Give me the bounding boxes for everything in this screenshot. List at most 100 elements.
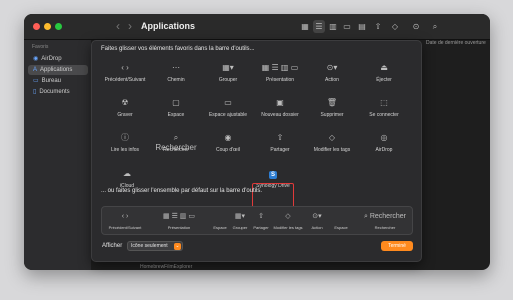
airdrop-icon: ◎ bbox=[380, 133, 388, 142]
toolbar-item-label: Modifier les tags bbox=[313, 147, 351, 153]
toolbar-item-search[interactable]: ⌕ Rechercher Rechercher bbox=[152, 133, 200, 153]
toolbar-item-space[interactable]: ▢ Espace bbox=[152, 98, 200, 118]
sidebar-item-airdrop[interactable]: ◉ AirDrop bbox=[28, 54, 88, 64]
show-label: Afficher bbox=[102, 243, 123, 249]
default-item-label: Modifier les tags bbox=[273, 225, 303, 230]
toolbar-item-label: Se connecter bbox=[369, 112, 399, 118]
space-icon: ▢ bbox=[172, 98, 180, 107]
back-forward-icon: ‹ › bbox=[121, 213, 129, 220]
toolbar-item-action[interactable]: ⊙▾ Action bbox=[308, 63, 356, 83]
toolbar-item-share[interactable]: ⇧ Partager bbox=[256, 133, 304, 153]
default-item-label: Présentation bbox=[167, 225, 191, 230]
toolbar-item-path[interactable]: ⋯ Chemin bbox=[152, 63, 200, 83]
toolbar-item-label: Nouveau dossier bbox=[261, 112, 299, 118]
group-icon: ▦▾ bbox=[222, 63, 234, 72]
toolbar-item-flexible-space[interactable]: ▭ Espace ajustable bbox=[204, 98, 252, 118]
default-item-label: Espace bbox=[213, 225, 227, 230]
toolbar-item-label: Grouper bbox=[218, 77, 238, 83]
synology-drive-icon: S bbox=[249, 169, 297, 179]
action-icon: ⊙▾ bbox=[312, 213, 322, 220]
toolbar-item-info[interactable]: ⓘ Lire les infos bbox=[101, 133, 149, 153]
close-button[interactable] bbox=[33, 23, 40, 30]
background-row: HomebrewFilmExplorer bbox=[140, 264, 193, 270]
toolbar-item-back-forward[interactable]: ‹ › Précédent/Suivant bbox=[101, 63, 149, 83]
sidebar-heading: Favoris bbox=[32, 44, 49, 50]
default-item-space: Espace bbox=[212, 212, 228, 230]
minimize-button[interactable] bbox=[44, 23, 51, 30]
view-icons-button[interactable]: ▦ bbox=[299, 20, 311, 33]
default-item-group: ▦▾ Grouper bbox=[230, 212, 250, 230]
group-button[interactable]: ▤ bbox=[355, 20, 369, 33]
toolbar-item-label: Graver bbox=[117, 112, 133, 118]
info-icon: ⓘ bbox=[121, 133, 129, 142]
tags-icon: ◇ bbox=[328, 133, 336, 142]
search-button[interactable]: ⌕ bbox=[429, 20, 441, 33]
share-icon: ⇧ bbox=[258, 213, 264, 220]
toolbar-item-quicklook[interactable]: ◉ Coup d'œil bbox=[204, 133, 252, 153]
search-icon: ⌕ Rechercher bbox=[363, 213, 407, 220]
sheet-heading: Faites glisser vos éléments favoris dans… bbox=[101, 46, 255, 52]
toolbar-item-tags[interactable]: ◇ Modifier les tags bbox=[308, 133, 356, 153]
zoom-button[interactable] bbox=[55, 23, 62, 30]
forward-icon[interactable]: › bbox=[128, 19, 132, 33]
desktop-icon: ▭ bbox=[33, 78, 39, 84]
customize-toolbar-sheet: Faites glisser vos éléments favoris dans… bbox=[91, 40, 422, 262]
column-header: Date de dernière ouverture bbox=[426, 40, 486, 46]
toolbar-item-connect[interactable]: ⬚ Se connecter bbox=[360, 98, 408, 118]
view-list-button[interactable]: ☰ bbox=[313, 20, 325, 33]
toolbar-item-label: Lire les infos bbox=[110, 147, 140, 153]
space-icon bbox=[330, 212, 352, 221]
trash-icon: 🗑 bbox=[326, 98, 338, 107]
quicklook-icon: ◉ bbox=[224, 133, 232, 142]
sidebar-item-documents[interactable]: ▯ Documents bbox=[28, 87, 88, 97]
show-select[interactable]: Icône seulement ⌄ bbox=[127, 241, 183, 251]
default-item-label: Grouper bbox=[232, 225, 248, 230]
share-button[interactable]: ⇧ bbox=[372, 20, 384, 33]
path-icon: ⋯ bbox=[172, 63, 180, 72]
toolbar-item-label: Coup d'œil bbox=[215, 147, 241, 153]
toolbar-item-airdrop[interactable]: ◎ AirDrop bbox=[360, 133, 408, 153]
done-button[interactable]: Terminé bbox=[381, 241, 413, 251]
flexible-space-icon: ▭ bbox=[224, 98, 232, 107]
sidebar-item-label: Documents bbox=[39, 89, 70, 95]
back-icon[interactable]: ‹ bbox=[116, 19, 120, 33]
action-button[interactable]: ⊙ bbox=[407, 20, 425, 33]
toolbar-item-label: Espace bbox=[167, 112, 185, 118]
default-item-share: ⇧ Partager bbox=[252, 212, 270, 230]
default-item-view: ▦ ☰ ▥ ▭ Présentation bbox=[152, 212, 206, 230]
sidebar-item-bureau[interactable]: ▭ Bureau bbox=[28, 76, 88, 86]
toolbar-item-burn[interactable]: ☢ Graver bbox=[101, 98, 149, 118]
show-select-value: Icône seulement bbox=[131, 243, 168, 249]
toolbar-item-icloud[interactable]: ☁ iCloud bbox=[103, 169, 151, 189]
default-item-action: ⊙▾ Action bbox=[308, 212, 326, 230]
view-columns-button[interactable]: ▥ bbox=[327, 20, 339, 33]
toolbar-item-group[interactable]: ▦▾ Grouper bbox=[204, 63, 252, 83]
chevron-down-icon: ⌄ bbox=[174, 243, 181, 250]
icloud-icon: ☁ bbox=[123, 169, 131, 178]
default-item-label: Précédent/Suivant bbox=[108, 225, 142, 230]
connect-icon: ⬚ bbox=[380, 98, 388, 107]
toolbar-item-label: AirDrop bbox=[375, 147, 393, 153]
action-icon: ⊙▾ bbox=[326, 63, 338, 72]
toolbar-item-eject[interactable]: ⏏ Éjecter bbox=[360, 63, 408, 83]
toolbar-item-new-folder[interactable]: ▣ Nouveau dossier bbox=[256, 98, 304, 118]
view-icon: ▦ ☰ ▥ ▭ bbox=[163, 213, 195, 220]
toolbar-item-label: Espace ajustable bbox=[208, 112, 248, 118]
burn-icon: ☢ bbox=[121, 98, 129, 107]
toolbar-item-view[interactable]: ▦ ☰ ▥ ▭ Présentation bbox=[256, 63, 304, 83]
default-item-label: Partager bbox=[253, 225, 269, 230]
sidebar-item-label: Applications bbox=[40, 67, 73, 73]
sidebar-item-applications[interactable]: A Applications bbox=[28, 65, 88, 75]
default-toolbar-set[interactable]: ‹ › Précédent/Suivant ▦ ☰ ▥ ▭ Présentation E… bbox=[101, 206, 413, 235]
synology-badge: S bbox=[269, 171, 277, 179]
view-gallery-button[interactable]: ▭ bbox=[341, 20, 353, 33]
group-icon: ▦▾ bbox=[234, 213, 246, 220]
default-item-label: Action bbox=[311, 225, 323, 230]
search-icon: ⌕ Rechercher bbox=[155, 133, 197, 152]
share-icon: ⇧ bbox=[276, 133, 284, 142]
eject-icon: ⏏ bbox=[380, 63, 388, 72]
toolbar-item-label: Présentation bbox=[265, 77, 295, 83]
view-icon: ▦ ☰ ▥ ▭ bbox=[261, 63, 299, 72]
tag-button[interactable]: ◇ bbox=[389, 20, 401, 33]
toolbar-item-trash[interactable]: 🗑 Supprimer bbox=[308, 98, 356, 118]
